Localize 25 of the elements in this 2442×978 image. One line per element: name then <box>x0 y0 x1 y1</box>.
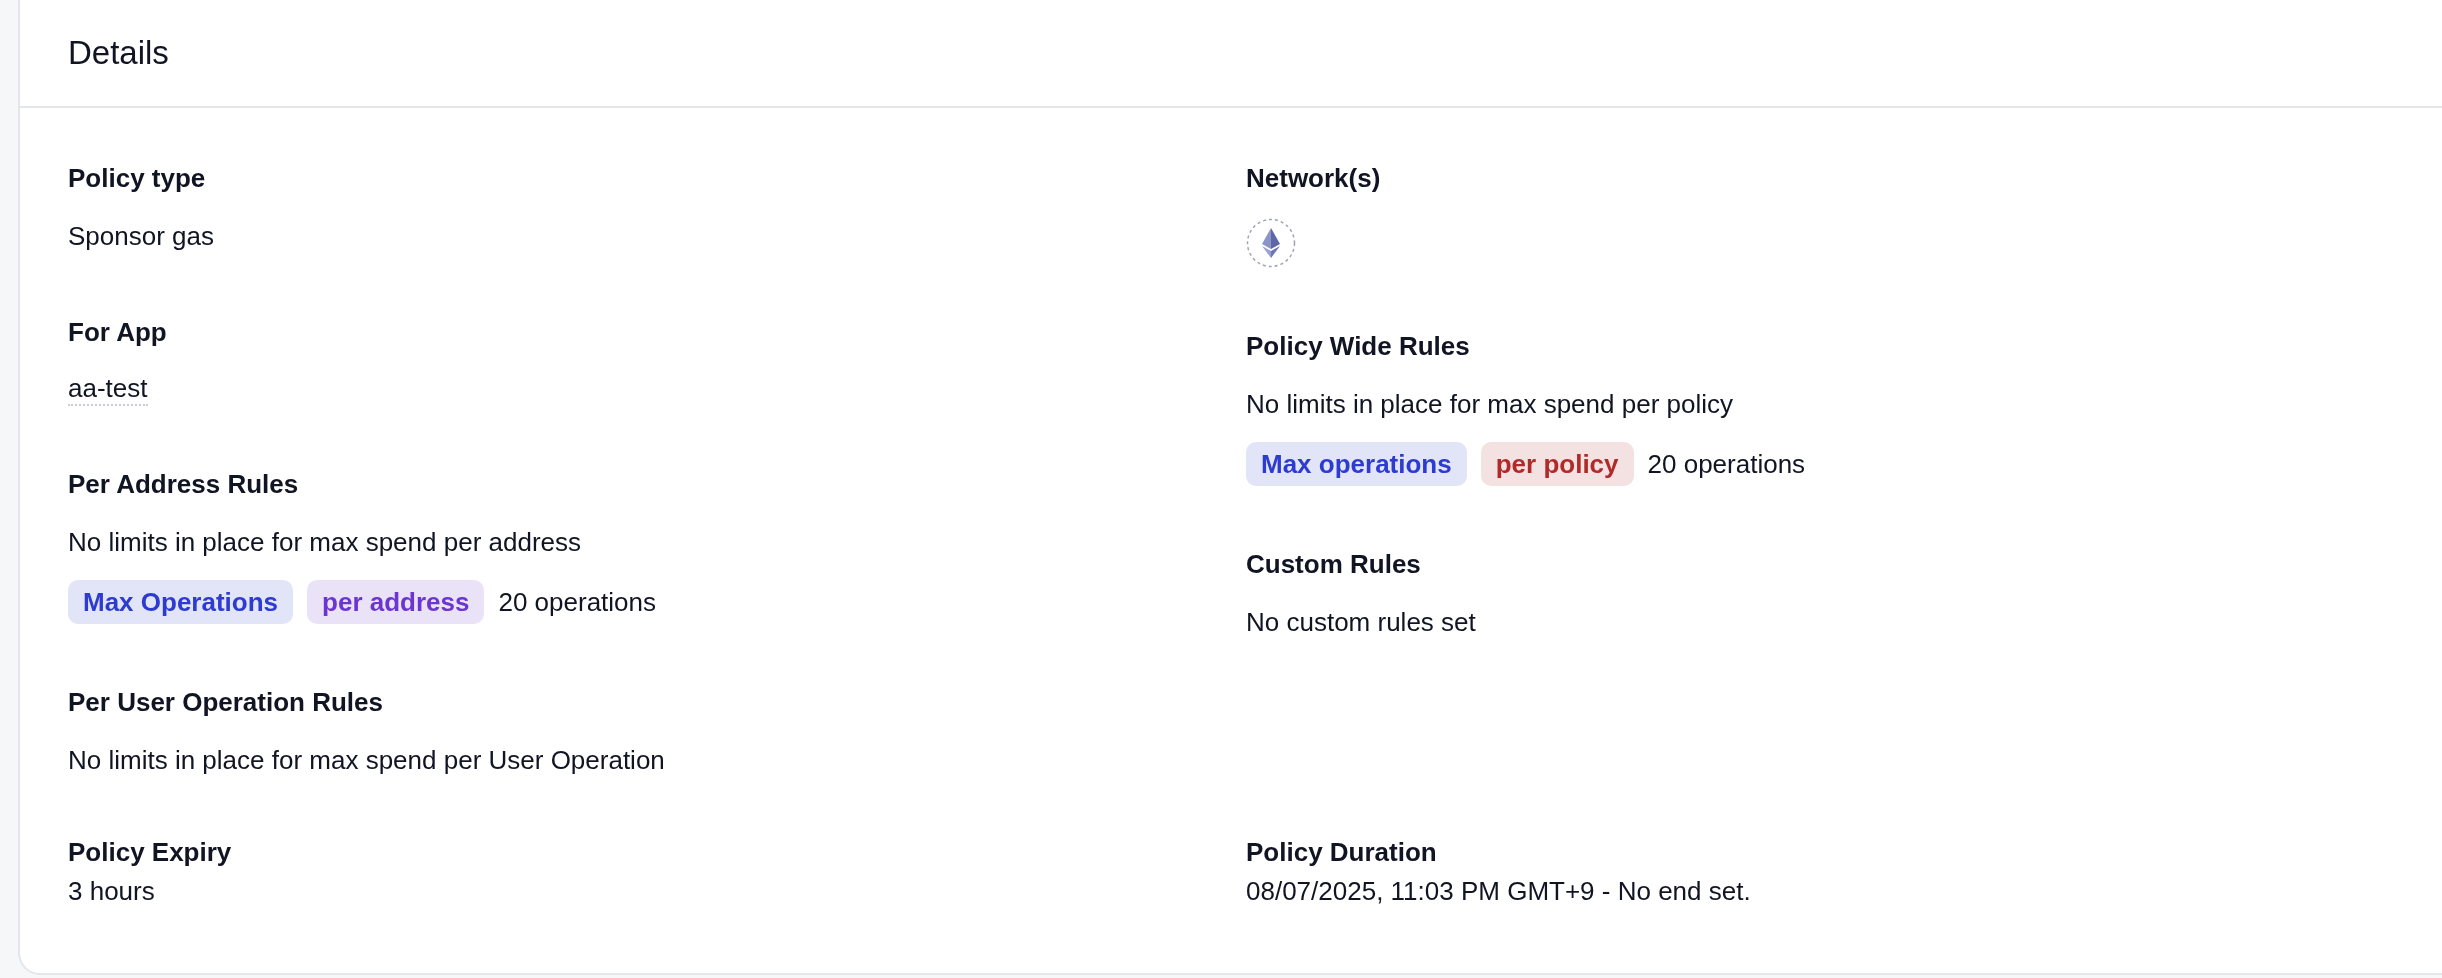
field-value: No limits in place for max spend per User Operation <box>68 744 666 777</box>
rule-value: 20 operations <box>498 586 657 619</box>
field-label: For App <box>68 316 168 349</box>
field-value: No limits in place for max spend per policy <box>1246 388 1734 421</box>
card-title: Details <box>68 34 169 72</box>
field-label: Policy Duration <box>1246 836 1438 869</box>
rule-tag: Max operations <box>1246 442 1467 486</box>
rule-tag: per address <box>307 580 485 624</box>
field-value: No custom rules set <box>1246 606 1477 639</box>
rule-tag: per policy <box>1480 442 1634 486</box>
rule-tag: Max Operations <box>68 580 294 624</box>
field-value: 3 hours <box>68 875 156 908</box>
field-value: 08/07/2025, 11:03 PM GMT+9 - No end set. <box>1246 875 1752 908</box>
field-label: Policy Expiry <box>68 836 233 869</box>
app-link[interactable]: aa-test <box>68 372 148 406</box>
field-value: No limits in place for max spend per address <box>68 526 582 559</box>
ethereum-icon <box>1246 218 1296 268</box>
field-label: Per Address Rules <box>68 468 300 501</box>
field-label: Network(s) <box>1246 162 1382 195</box>
field-label: Custom Rules <box>1246 548 1422 581</box>
rule-value: 20 operations <box>1647 448 1806 481</box>
field-label: Policy type <box>68 162 207 195</box>
field-label: Policy Wide Rules <box>1246 330 1471 363</box>
field-value: Sponsor gas <box>68 220 215 253</box>
field-label: Per User Operation Rules <box>68 686 384 719</box>
